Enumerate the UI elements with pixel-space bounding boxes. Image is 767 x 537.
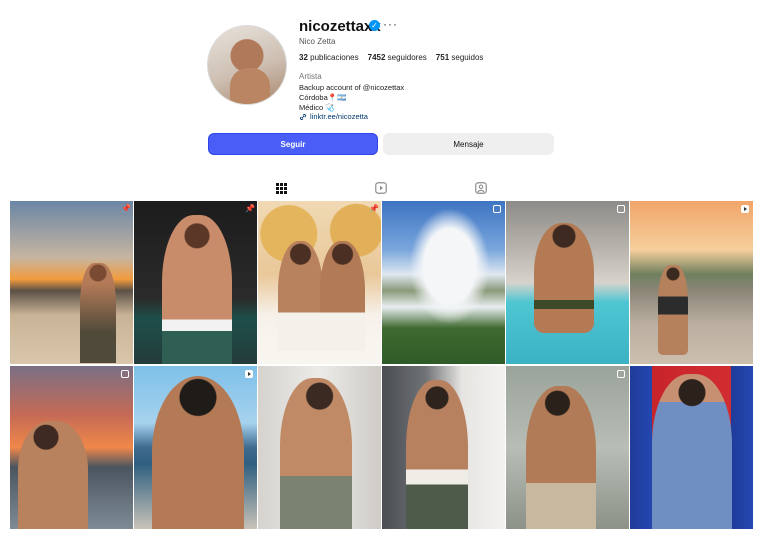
post-thumbnail[interactable] bbox=[134, 366, 257, 529]
link-icon bbox=[300, 113, 306, 120]
following-count[interactable]: 751 seguidos bbox=[436, 53, 484, 62]
profile-avatar[interactable] bbox=[207, 25, 287, 105]
post-thumbnail[interactable] bbox=[630, 366, 753, 529]
profile-link-text: linktr.ee/nicozetta bbox=[310, 112, 368, 121]
carousel-icon bbox=[617, 370, 625, 378]
posts-grid: 📌 📌 📌 bbox=[10, 201, 753, 529]
verified-badge-icon: ✓ bbox=[369, 20, 380, 31]
bio-line: Backup account of @nicozettax bbox=[299, 83, 405, 92]
post-thumbnail[interactable] bbox=[258, 366, 381, 529]
post-thumbnail[interactable]: 📌 bbox=[10, 201, 133, 364]
grid-icon bbox=[275, 182, 287, 194]
carousel-icon bbox=[121, 370, 129, 378]
followers-count[interactable]: 7452 seguidores bbox=[368, 53, 427, 62]
post-thumbnail[interactable] bbox=[382, 366, 505, 529]
post-thumbnail[interactable] bbox=[10, 366, 133, 529]
post-thumbnail[interactable] bbox=[630, 201, 753, 364]
profile-category: Artista bbox=[299, 72, 322, 81]
follow-button[interactable]: Seguir bbox=[208, 133, 378, 155]
post-thumbnail[interactable]: 📌 bbox=[134, 201, 257, 364]
post-thumbnail[interactable]: 📌 bbox=[258, 201, 381, 364]
carousel-icon bbox=[617, 205, 625, 213]
reel-icon bbox=[741, 205, 749, 213]
posts-count: 32 publicaciones bbox=[299, 53, 359, 62]
post-thumbnail[interactable] bbox=[382, 201, 505, 364]
post-thumbnail[interactable] bbox=[506, 201, 629, 364]
profile-link[interactable]: linktr.ee/nicozetta bbox=[299, 112, 368, 121]
tab-posts[interactable] bbox=[274, 181, 288, 195]
pin-icon: 📌 bbox=[121, 204, 131, 213]
more-options-icon[interactable]: ··· bbox=[383, 17, 398, 31]
profile-stats: 32 publicaciones 7452 seguidores 751 seg… bbox=[299, 53, 483, 62]
pin-icon: 📌 bbox=[245, 204, 255, 213]
post-thumbnail[interactable] bbox=[506, 366, 629, 529]
bio-line: Córdoba📍🇦🇷 bbox=[299, 93, 347, 102]
reel-icon bbox=[245, 370, 253, 378]
tab-reels[interactable] bbox=[374, 181, 388, 195]
carousel-icon bbox=[493, 205, 501, 213]
profile-full-name: Nico Zetta bbox=[299, 37, 336, 46]
pin-icon: 📌 bbox=[369, 204, 379, 213]
message-button[interactable]: Mensaje bbox=[383, 133, 554, 155]
reels-icon bbox=[375, 182, 387, 194]
tab-tagged[interactable] bbox=[474, 181, 488, 195]
profile-bio: Backup account of @nicozettax Córdoba📍🇦🇷… bbox=[299, 83, 404, 113]
tagged-icon bbox=[475, 182, 487, 194]
